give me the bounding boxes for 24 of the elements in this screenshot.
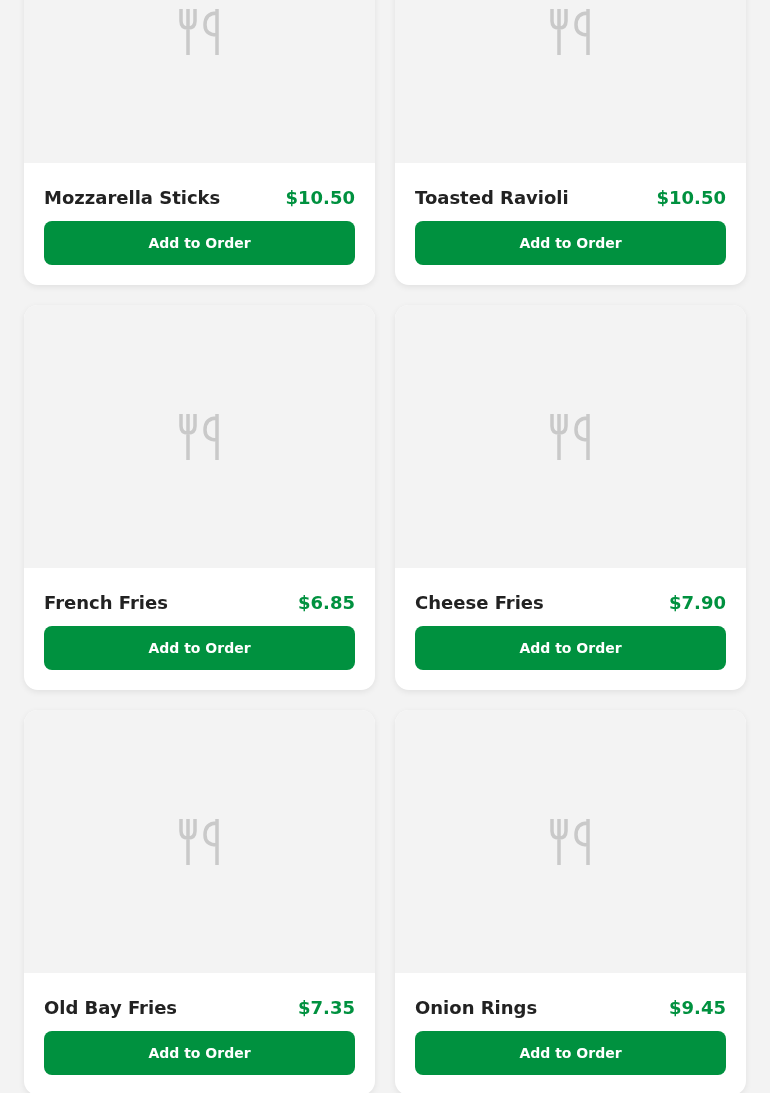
item-price: $6.85 — [298, 591, 355, 613]
utensils-icon — [178, 818, 221, 865]
utensils-icon — [178, 8, 221, 55]
item-price: $7.35 — [298, 996, 355, 1018]
add-to-order-button[interactable]: Add to Order — [415, 221, 726, 265]
add-to-order-button[interactable]: Add to Order — [44, 1031, 355, 1075]
item-name: Toasted Ravioli — [415, 186, 569, 208]
item-price: $9.45 — [669, 996, 726, 1018]
utensils-icon — [549, 413, 592, 460]
item-name: Cheese Fries — [415, 591, 544, 613]
item-price: $7.90 — [669, 591, 726, 613]
item-price: $10.50 — [656, 186, 726, 208]
item-name: Mozzarella Sticks — [44, 186, 221, 208]
utensils-icon — [178, 413, 221, 460]
item-name: Old Bay Fries — [44, 996, 178, 1018]
item-price: $10.50 — [285, 186, 355, 208]
utensils-icon — [549, 818, 592, 865]
item-name: French Fries — [44, 591, 168, 613]
utensils-icon — [549, 8, 592, 55]
add-to-order-button[interactable]: Add to Order — [44, 626, 355, 670]
add-to-order-button[interactable]: Add to Order — [44, 221, 355, 265]
add-to-order-button[interactable]: Add to Order — [415, 626, 726, 670]
item-name: Onion Rings — [415, 996, 538, 1018]
add-to-order-button[interactable]: Add to Order — [415, 1031, 726, 1075]
